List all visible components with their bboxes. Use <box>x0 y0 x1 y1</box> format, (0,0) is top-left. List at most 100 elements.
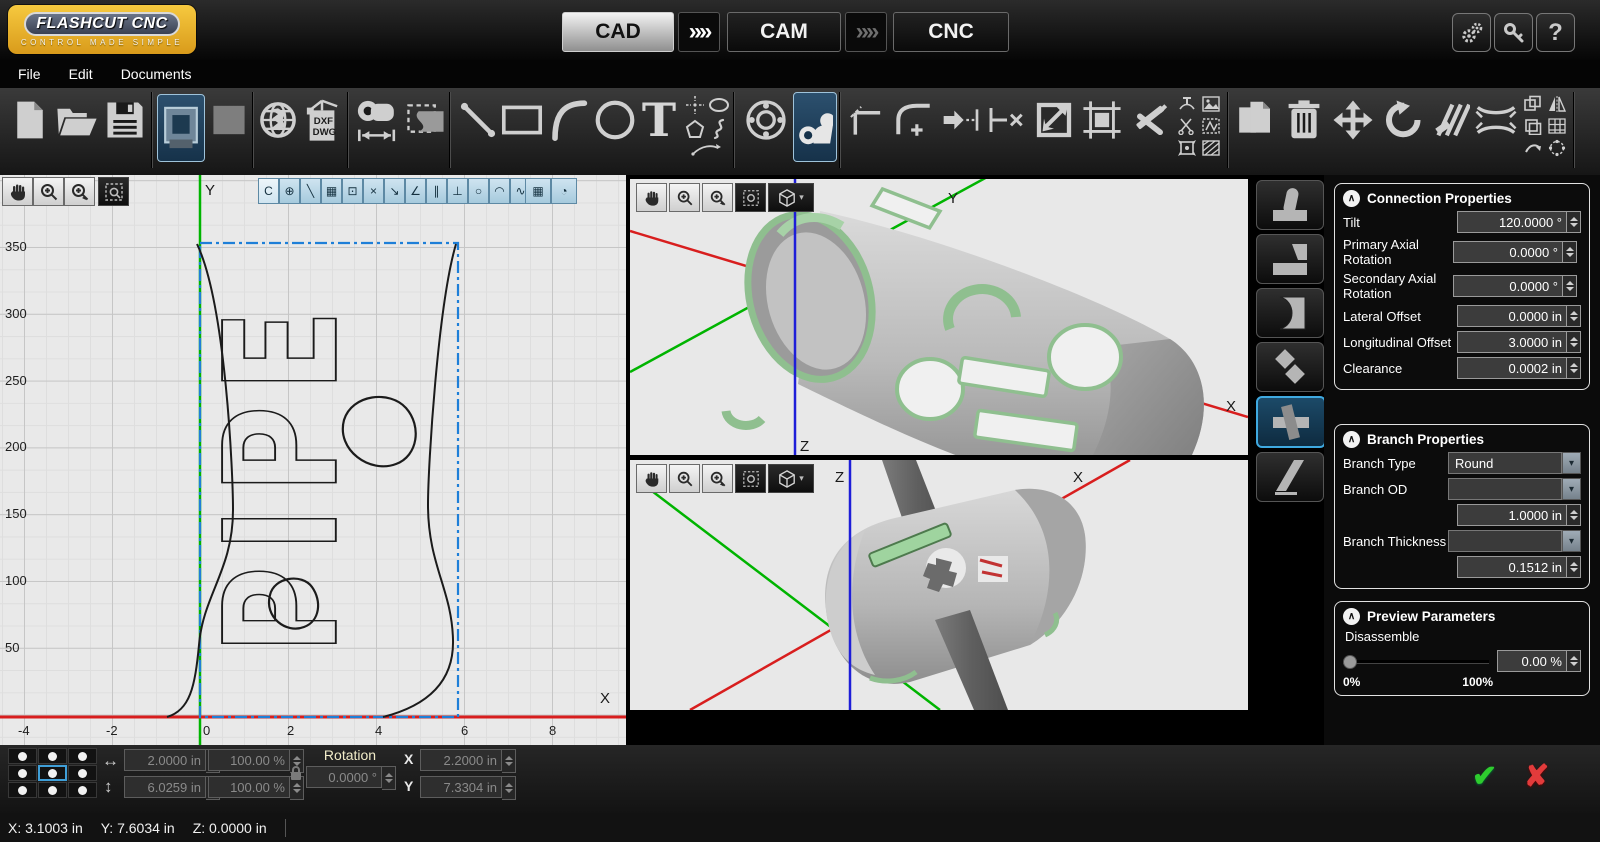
feature-type-plain-button[interactable] <box>210 102 248 138</box>
settings-button[interactable] <box>1452 13 1491 52</box>
spinner[interactable] <box>1567 650 1581 672</box>
anchor-cell-selected[interactable] <box>38 765 67 781</box>
pan-button[interactable] <box>636 183 667 212</box>
dropdown-button[interactable]: ▾ <box>1562 452 1581 474</box>
height-percent-input[interactable]: 100.00 % <box>208 776 290 798</box>
cancel-button[interactable]: ✘ <box>1524 759 1549 794</box>
menu-file[interactable]: File <box>0 66 55 82</box>
transform-rotate-button[interactable] <box>1382 96 1426 144</box>
branch-type-select[interactable]: Round <box>1448 452 1562 474</box>
transform-duplicate-button[interactable] <box>1522 94 1544 114</box>
disassemble-slider[interactable] <box>1343 654 1489 668</box>
x-position-input[interactable]: 2.2000 in <box>420 749 502 771</box>
create-ellipse-button[interactable] <box>708 94 730 116</box>
spinner[interactable] <box>1567 305 1581 327</box>
snap-grid-button[interactable]: ▦ <box>321 178 342 204</box>
create-arc-button[interactable] <box>548 96 590 144</box>
branch-od-select[interactable] <box>1448 478 1562 500</box>
cad-to-cam-button[interactable]: »» <box>678 12 720 52</box>
spinner[interactable] <box>1567 331 1581 353</box>
snap-parallel-button[interactable]: ∥ <box>426 178 447 204</box>
disassemble-input[interactable]: 0.00 % <box>1497 650 1567 672</box>
transform-move-button[interactable] <box>1330 96 1376 144</box>
modify-edit-tools-button[interactable] <box>1128 98 1172 142</box>
create-spline-button[interactable] <box>708 118 730 140</box>
view-cube-button[interactable]: ▾ <box>768 464 814 493</box>
modify-cut-button[interactable] <box>1176 116 1198 136</box>
transform-skew-button[interactable] <box>1430 96 1472 144</box>
pipe-cutout-button[interactable] <box>406 100 446 140</box>
zoom-extents-button[interactable] <box>735 464 766 493</box>
branch-od-input[interactable]: 1.0000 in <box>1457 504 1567 526</box>
spinner[interactable] <box>1567 556 1581 578</box>
zoom-in-button[interactable] <box>669 183 700 212</box>
modify-text-arc-button[interactable] <box>1176 94 1198 114</box>
create-polygon-button[interactable] <box>684 118 706 140</box>
create-point-button[interactable] <box>684 94 706 116</box>
dropdown-button[interactable]: ▾ <box>1562 478 1581 500</box>
menu-edit[interactable]: Edit <box>55 66 107 82</box>
snap-perpendicular-button[interactable]: ⊥ <box>447 178 468 204</box>
zoom-window-button[interactable] <box>702 183 733 212</box>
pipe-dimensions-button[interactable] <box>355 96 401 146</box>
modify-fillet-button[interactable] <box>892 98 936 142</box>
height-input[interactable]: 6.0259 in <box>124 776 206 798</box>
transform-array-button[interactable] <box>1546 116 1568 136</box>
transform-mirror-button[interactable] <box>1546 94 1568 114</box>
spinner[interactable] <box>1563 241 1577 263</box>
anchor-cell[interactable] <box>8 748 37 764</box>
save-file-button[interactable] <box>104 98 146 142</box>
anchor-cell[interactable] <box>38 782 67 798</box>
lock-aspect-icon[interactable] <box>289 765 303 781</box>
spinner[interactable] <box>502 776 516 800</box>
cam-to-cnc-button[interactable]: »» <box>845 12 887 52</box>
rotation-input[interactable]: 0.0000 ° <box>306 766 382 788</box>
modify-scale-button[interactable] <box>1032 98 1076 142</box>
anchor-cell[interactable] <box>68 748 97 764</box>
menu-documents[interactable]: Documents <box>107 66 206 82</box>
kiss-joint-button[interactable] <box>1256 342 1324 392</box>
miter-joint-button[interactable] <box>1256 234 1324 284</box>
cnc-mode-button[interactable]: CNC <box>893 12 1009 52</box>
zoom-extents-button[interactable] <box>735 183 766 212</box>
tilt-input[interactable]: 120.0000 ° <box>1457 211 1567 233</box>
modify-trace-button[interactable] <box>1200 116 1222 136</box>
transform-copy-button[interactable] <box>1234 96 1278 144</box>
create-circle-button[interactable] <box>592 96 638 144</box>
create-line-button[interactable] <box>458 98 498 142</box>
feature-type-2d-button[interactable] <box>157 94 205 162</box>
snap-nearest-button[interactable]: ↘ <box>384 178 405 204</box>
branch-through-button[interactable] <box>1256 396 1326 448</box>
zoom-window-button[interactable] <box>64 177 95 206</box>
anchor-cell[interactable] <box>68 765 97 781</box>
transform-polar-array-button[interactable] <box>1546 138 1568 158</box>
spinner[interactable] <box>382 766 396 790</box>
branch-thickness-input[interactable]: 0.1512 in <box>1457 556 1567 578</box>
snap-corner-button[interactable]: ⊡ <box>342 178 363 204</box>
branch-thickness-select[interactable] <box>1448 530 1562 552</box>
modify-corner-button[interactable] <box>846 98 888 142</box>
import-dxf-button[interactable]: DXFDWG <box>302 96 342 144</box>
pan-button[interactable] <box>636 464 667 493</box>
anchor-cell[interactable] <box>38 748 67 764</box>
cad-2d-viewport[interactable]: PIPE X Y 350 300 250 200 150 100 50 -4 -… <box>0 175 628 745</box>
butt-joint-button[interactable] <box>1256 180 1324 230</box>
license-button[interactable] <box>1494 13 1533 52</box>
modify-raster-button[interactable] <box>1200 94 1222 114</box>
spinner[interactable] <box>1567 357 1581 379</box>
create-rectangle-button[interactable] <box>500 100 544 140</box>
grid-toggle-button[interactable]: ▦ <box>525 178 551 204</box>
anchor-cell[interactable] <box>8 765 37 781</box>
create-curve-button[interactable] <box>688 140 726 158</box>
slant-joint-button[interactable] <box>1256 452 1324 502</box>
y-position-input[interactable]: 7.3304 in <box>420 776 502 798</box>
view-cube-button[interactable]: ▾ <box>768 183 814 212</box>
collapse-section-button[interactable]: ∧ <box>1343 190 1360 207</box>
saddle-joint-button[interactable] <box>1256 288 1324 338</box>
width-percent-input[interactable]: 100.00 % <box>208 749 290 771</box>
spinner[interactable] <box>1567 504 1581 526</box>
primary-axial-rotation-input[interactable]: 0.0000 ° <box>1453 241 1563 263</box>
secondary-axial-rotation-input[interactable]: 0.0000 ° <box>1453 275 1563 297</box>
transform-sweep-button[interactable] <box>1522 138 1544 158</box>
cad-mode-button[interactable]: CAD <box>562 12 674 52</box>
